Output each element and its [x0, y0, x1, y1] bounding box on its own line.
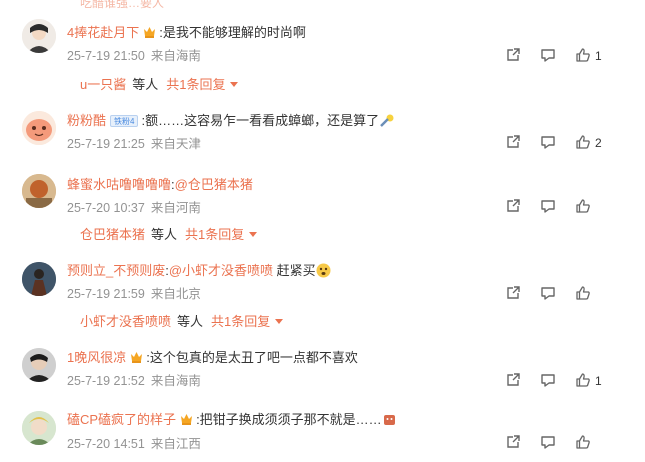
- share-icon[interactable]: [505, 47, 521, 65]
- comment-icon[interactable]: [540, 372, 556, 390]
- comment-date: 25-7-19 21:50: [67, 49, 145, 63]
- share-icon[interactable]: [505, 372, 521, 390]
- comment-icon[interactable]: [540, 285, 556, 303]
- comment-icon[interactable]: [540, 134, 556, 152]
- comment-date: 25-7-20 14:51: [67, 437, 145, 451]
- like-icon[interactable]: [575, 198, 591, 216]
- reply-count-link[interactable]: 共1条回复: [166, 77, 225, 92]
- emoji-icon: [382, 412, 397, 427]
- comment-text: :额……这容易乍一看看成蟑螂，还是算了: [141, 113, 380, 128]
- reply-count-link[interactable]: 共1条回复: [211, 314, 270, 329]
- username[interactable]: 蜂蜜水咕噜噜噜噜: [67, 177, 171, 192]
- reply-summary[interactable]: u一只酱 等人 共1条回复: [80, 76, 239, 94]
- comment-location: 来自海南: [150, 374, 201, 388]
- reply-username[interactable]: u一只酱: [80, 77, 126, 92]
- comment-icon[interactable]: [540, 198, 556, 216]
- chevron-down-icon: [249, 232, 258, 237]
- chevron-down-icon: [275, 319, 284, 324]
- like-count: 1: [595, 374, 602, 388]
- comment-location: 来自江西: [150, 437, 201, 451]
- like-icon[interactable]: 1: [575, 47, 602, 65]
- comment-text-tail: 赶紧买: [273, 263, 316, 278]
- comment-icon[interactable]: [540, 47, 556, 65]
- reply-username[interactable]: 小虾才没香喷喷: [80, 314, 171, 329]
- mention-link[interactable]: @小虾才没香喷喷: [169, 263, 273, 278]
- avatar[interactable]: [22, 19, 56, 53]
- username[interactable]: 预则立_不预则废: [67, 263, 165, 278]
- comment-date: 25-7-19 21:25: [67, 137, 145, 151]
- avatar[interactable]: [22, 348, 56, 382]
- share-icon[interactable]: [505, 134, 521, 152]
- crown-icon: [143, 25, 156, 38]
- fan-badge: 铁粉4: [110, 115, 139, 127]
- like-count: 2: [595, 136, 602, 150]
- comment-date: 25-7-20 10:37: [67, 201, 145, 215]
- comment-location: 来自海南: [150, 49, 201, 63]
- reply-summary[interactable]: 仓巴猪本猪 等人 共1条回复: [80, 226, 258, 244]
- reply-count-link[interactable]: 共1条回复: [185, 227, 244, 242]
- avatar[interactable]: [22, 111, 56, 145]
- comment-location: 来自河南: [150, 201, 201, 215]
- share-icon[interactable]: [505, 434, 521, 452]
- like-icon[interactable]: 2: [575, 134, 602, 152]
- crown-icon: [180, 412, 193, 425]
- like-icon[interactable]: 1: [575, 372, 602, 390]
- reply-etc: 等人: [151, 227, 178, 242]
- like-icon[interactable]: [575, 434, 591, 452]
- avatar[interactable]: [22, 411, 56, 445]
- comment-text: :把钳子换成须须子那不就是……: [196, 412, 382, 427]
- reply-summary[interactable]: 小虾才没香喷喷 等人 共1条回复: [80, 313, 284, 331]
- emoji-icon: [316, 263, 331, 278]
- comment-text: :是我不能够理解的时尚啊: [159, 25, 306, 40]
- emoji-icon: [379, 113, 394, 128]
- reply-username[interactable]: 仓巴猪本猪: [80, 227, 145, 242]
- comment-text: :这个包真的是太丑了吧一点都不喜欢: [146, 350, 358, 365]
- username[interactable]: 4捧花赴月下: [67, 25, 139, 40]
- partial-text: 吃醋谁强…要人: [80, 0, 165, 10]
- avatar[interactable]: [22, 262, 56, 296]
- comment-icon[interactable]: [540, 434, 556, 452]
- chevron-down-icon: [230, 82, 239, 87]
- like-count: 1: [595, 49, 602, 63]
- reply-etc: 等人: [177, 314, 204, 329]
- share-icon[interactable]: [505, 198, 521, 216]
- comment-location: 来自天津: [150, 137, 201, 151]
- share-icon[interactable]: [505, 285, 521, 303]
- comment-date: 25-7-19 21:52: [67, 374, 145, 388]
- like-icon[interactable]: [575, 285, 591, 303]
- comment-date: 25-7-19 21:59: [67, 287, 145, 301]
- mention-link[interactable]: @仓巴猪本猪: [175, 177, 253, 192]
- username[interactable]: 1晚风很凉: [67, 350, 126, 365]
- avatar[interactable]: [22, 174, 56, 208]
- comment-location: 来自北京: [150, 287, 201, 301]
- username[interactable]: 粉粉酷: [67, 113, 106, 128]
- crown-icon: [130, 350, 143, 363]
- username[interactable]: 磕CP磕疯了的样子: [67, 412, 176, 427]
- reply-etc: 等人: [132, 77, 159, 92]
